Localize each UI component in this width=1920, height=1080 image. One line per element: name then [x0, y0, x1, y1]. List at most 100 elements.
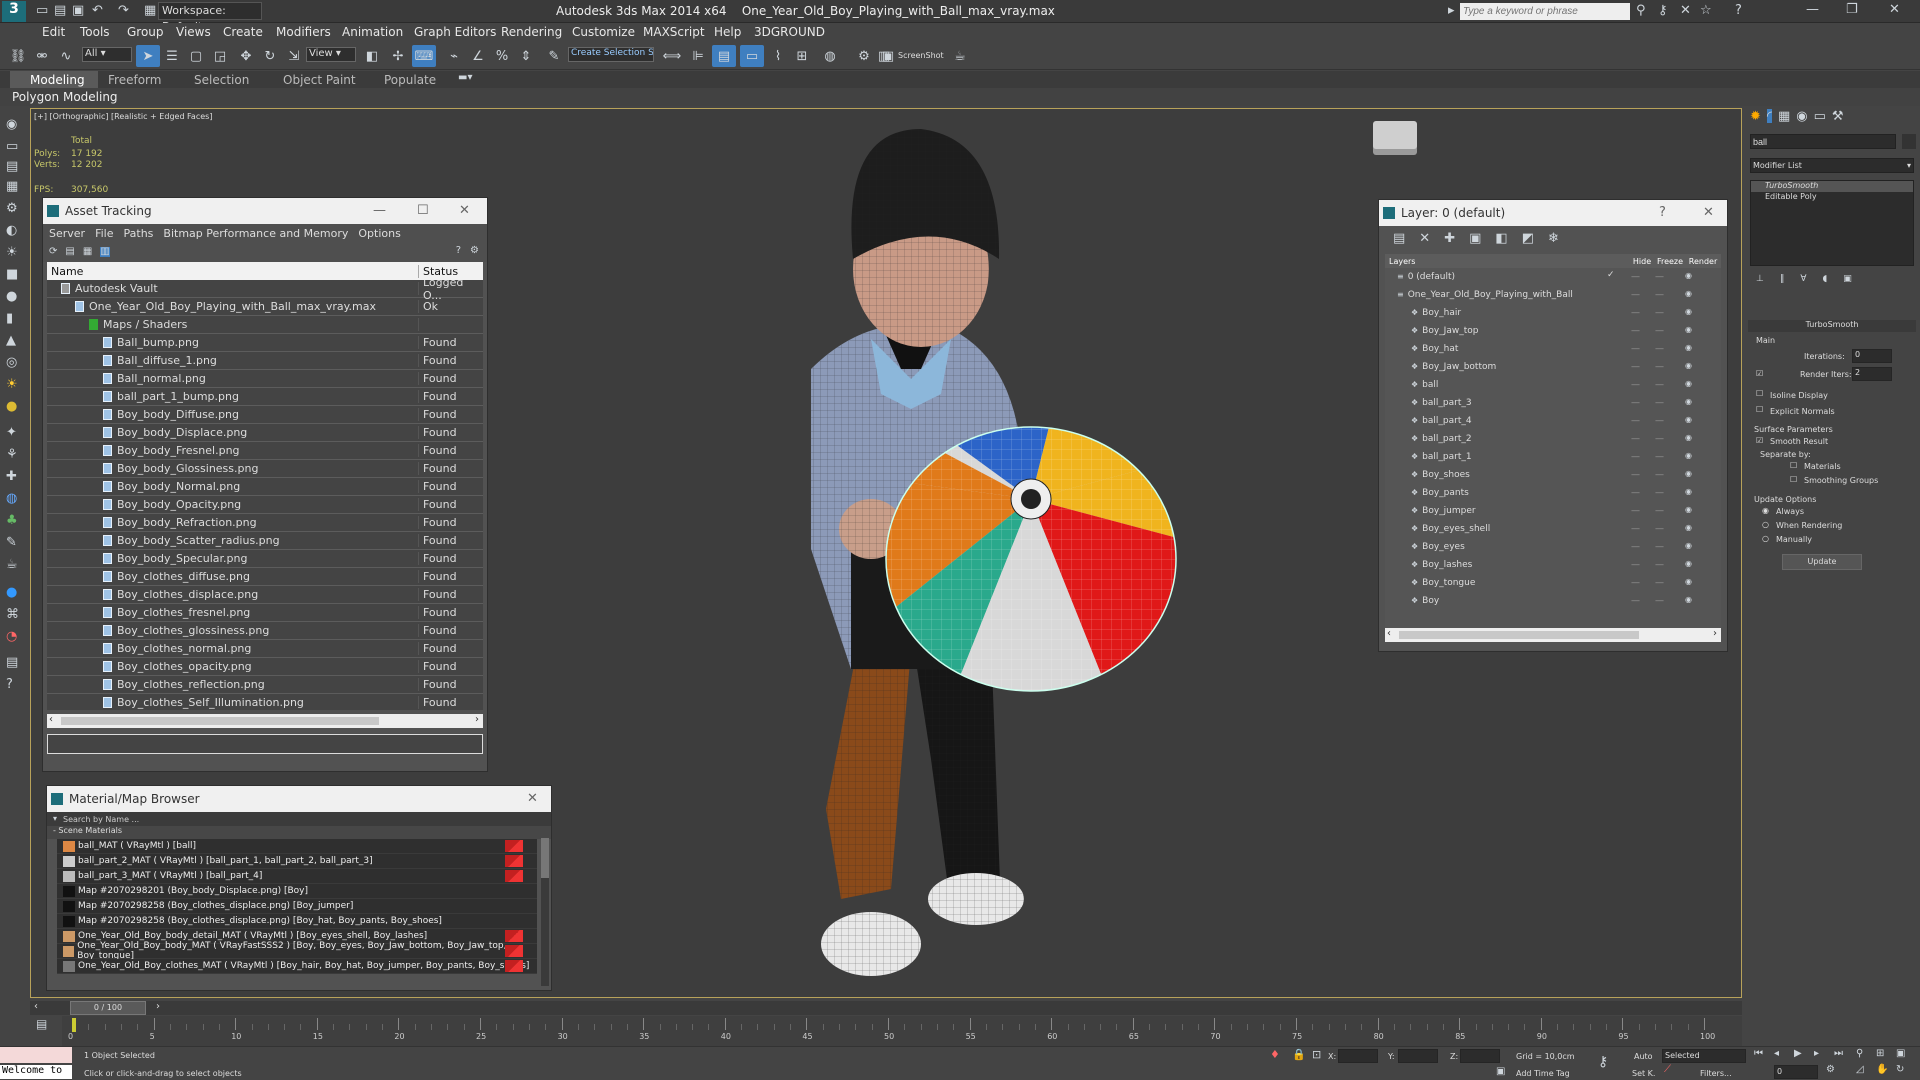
table-view-icon[interactable]: ▥ — [100, 247, 110, 257]
z-coord-field[interactable] — [1460, 1049, 1500, 1063]
smooth-result-checkbox[interactable]: ☑ — [1756, 436, 1763, 445]
close-icon[interactable]: ✕ — [1889, 3, 1900, 16]
menu-server[interactable]: Server — [49, 227, 85, 240]
close-icon[interactable]: ✕ — [1703, 206, 1714, 219]
stack-item-turbosmooth[interactable]: TurboSmooth — [1751, 181, 1913, 192]
material-item[interactable]: One_Year_Old_Boy_body_MAT ( VRayFastSSS2… — [57, 941, 537, 961]
teapot-render-icon[interactable]: ☕ — [948, 45, 972, 67]
track-bar[interactable]: 0 5 10 15 20 25 30 35 40 45 50 55 60 65 70 75 80 85 90 95 10… — [62, 1016, 1742, 1046]
refresh-icon[interactable]: ⟳ — [49, 247, 57, 257]
render-toggle-icon[interactable]: ◉ — [1685, 308, 1692, 316]
freeze-toggle[interactable]: — — [1655, 578, 1664, 588]
menu-maxscript[interactable]: MAXScript — [643, 25, 705, 39]
rect-selection-icon[interactable]: ▢ — [184, 45, 208, 67]
render-toggle-icon[interactable]: ◉ — [1685, 452, 1692, 460]
orbit-icon[interactable]: ↻ — [1896, 1065, 1904, 1075]
align-icon[interactable]: ⊫ — [686, 45, 710, 67]
render-toggle-icon[interactable]: ◉ — [1685, 560, 1692, 568]
tab-freeform[interactable]: Freeform — [108, 73, 161, 87]
scene-materials-group[interactable]: - Scene Materials — [47, 826, 551, 839]
window-crossing-icon[interactable]: ◲ — [208, 45, 232, 67]
render-toggle-icon[interactable]: ◉ — [1685, 344, 1692, 352]
hide-toggle[interactable]: — — [1631, 308, 1640, 318]
current-frame-marker[interactable] — [72, 1018, 76, 1032]
menu-options[interactable]: Options — [358, 227, 400, 240]
unlink-icon[interactable]: ⚮ — [30, 45, 54, 67]
list-view-icon[interactable]: ▤ — [65, 247, 74, 257]
app-logo[interactable]: 3 — [2, 1, 26, 22]
menu-help[interactable]: Help — [714, 25, 741, 39]
col-layers[interactable]: Layers — [1385, 257, 1629, 266]
menu-group[interactable]: Group — [127, 25, 164, 39]
paint-icon[interactable]: ✎ — [6, 536, 17, 549]
percent-snap-icon[interactable]: % — [490, 45, 514, 67]
layer-row[interactable]: ❖ ball_part_2 — — ◉ — [1385, 430, 1721, 448]
create-icon[interactable]: ◉ — [6, 118, 17, 131]
minimize-icon[interactable]: — — [1806, 3, 1819, 16]
teapot-icon[interactable]: ☕ — [6, 558, 18, 571]
asset-row[interactable]: ball_part_1_bump.png Found — [47, 388, 483, 406]
key-mode-icon[interactable]: ⟋ — [1664, 1065, 1671, 1075]
freeze-toggle[interactable]: — — [1655, 290, 1664, 300]
render-toggle-icon[interactable]: ◉ — [1685, 290, 1692, 298]
bone-icon[interactable]: ⚘ — [6, 448, 18, 461]
scroll-right-icon[interactable]: › — [1713, 628, 1717, 639]
layer-row[interactable]: ❖ Boy_Jaw_top — — ◉ — [1385, 322, 1721, 340]
track-view-icon[interactable]: ▤ — [36, 1018, 47, 1030]
material-browser-titlebar[interactable]: Material/Map Browser ✕ — [47, 786, 551, 812]
menu-animation[interactable]: Animation — [342, 25, 403, 39]
ribbon-toggle-icon[interactable]: ▭ — [740, 45, 764, 67]
object-name-field[interactable] — [1750, 134, 1896, 149]
asset-row[interactable]: Boy_clothes_glossiness.png Found — [47, 622, 483, 640]
freeze-toggle[interactable]: — — [1655, 542, 1664, 552]
helper-icon[interactable]: ✚ — [6, 470, 17, 483]
menu-modifiers[interactable]: Modifiers — [276, 25, 331, 39]
tab-selection[interactable]: Selection — [194, 73, 249, 87]
render-toggle-icon[interactable]: ◉ — [1685, 398, 1692, 406]
time-slider-right-icon[interactable]: › — [156, 1001, 160, 1012]
asset-row[interactable]: Boy_body_Displace.png Found — [47, 424, 483, 442]
ribbon-options-icon[interactable]: ▬▾ — [458, 73, 472, 83]
scroll-thumb[interactable] — [1399, 631, 1639, 639]
hide-toggle[interactable]: — — [1631, 578, 1640, 588]
asset-row[interactable]: Boy_body_Opacity.png Found — [47, 496, 483, 514]
scroll-thumb[interactable] — [541, 838, 549, 878]
asset-row[interactable]: Ball_diffuse_1.png Found — [47, 352, 483, 370]
settings-icon[interactable]: ⚙ — [470, 246, 479, 256]
scroll-left-icon[interactable]: ‹ — [49, 714, 53, 725]
update-button[interactable]: Update — [1782, 554, 1862, 570]
time-slider-left-icon[interactable]: ‹ — [34, 1001, 38, 1012]
layer-row[interactable]: ❖ Boy — — ◉ — [1385, 592, 1721, 610]
asset-row[interactable]: Ball_bump.png Found — [47, 334, 483, 352]
hide-toggle[interactable]: — — [1631, 362, 1640, 372]
render-toggle-icon[interactable]: ◉ — [1685, 362, 1692, 370]
layer-row[interactable]: ❖ Boy_eyes — — ◉ — [1385, 538, 1721, 556]
menu-customize[interactable]: Customize — [572, 25, 635, 39]
edit-named-sel-icon[interactable]: ✎ — [542, 45, 566, 67]
utilities-tab-icon[interactable]: ⚒ — [1832, 109, 1844, 123]
isoline-checkbox[interactable]: ☐ — [1756, 389, 1763, 398]
freeze-toggle[interactable]: — — [1655, 344, 1664, 354]
help-icon[interactable]: ? — [1659, 206, 1666, 219]
asset-row[interactable]: Boy_body_Fresnel.png Found — [47, 442, 483, 460]
search-arrow-icon[interactable]: ▸ — [1448, 4, 1455, 17]
hide-toggle[interactable]: — — [1631, 488, 1640, 498]
rotate-icon[interactable]: ↻ — [258, 45, 282, 67]
material-vscroll[interactable] — [541, 838, 549, 986]
freeze-toggle[interactable]: — — [1655, 506, 1664, 516]
scale-icon[interactable]: ⇲ — [282, 45, 306, 67]
time-slider[interactable]: ‹ 0 / 100 › — [30, 1001, 1742, 1015]
asset-row[interactable]: Boy_clothes_fresnel.png Found — [47, 604, 483, 622]
hide-toggle[interactable]: — — [1631, 416, 1640, 426]
freeze-toggle[interactable]: — — [1655, 272, 1664, 282]
freeze-toggle[interactable]: — — [1655, 452, 1664, 462]
beach-ball-model[interactable] — [881, 419, 1181, 699]
layer-row[interactable]: ❖ Boy_pants — — ◉ — [1385, 484, 1721, 502]
ref-coord-dropdown[interactable]: View ▾ — [306, 47, 356, 62]
layer-row[interactable]: ❖ Boy_lashes — — ◉ — [1385, 556, 1721, 574]
scroll-thumb[interactable] — [61, 717, 379, 725]
pivot-center-icon[interactable]: ◧ — [360, 45, 384, 67]
material-item[interactable]: Map #2070298258 (Boy_clothes_displace.pn… — [57, 899, 537, 914]
freeze-toggle[interactable]: — — [1655, 596, 1664, 606]
material-item[interactable]: ball_MAT ( VRayMtl ) [ball] — [57, 839, 537, 854]
